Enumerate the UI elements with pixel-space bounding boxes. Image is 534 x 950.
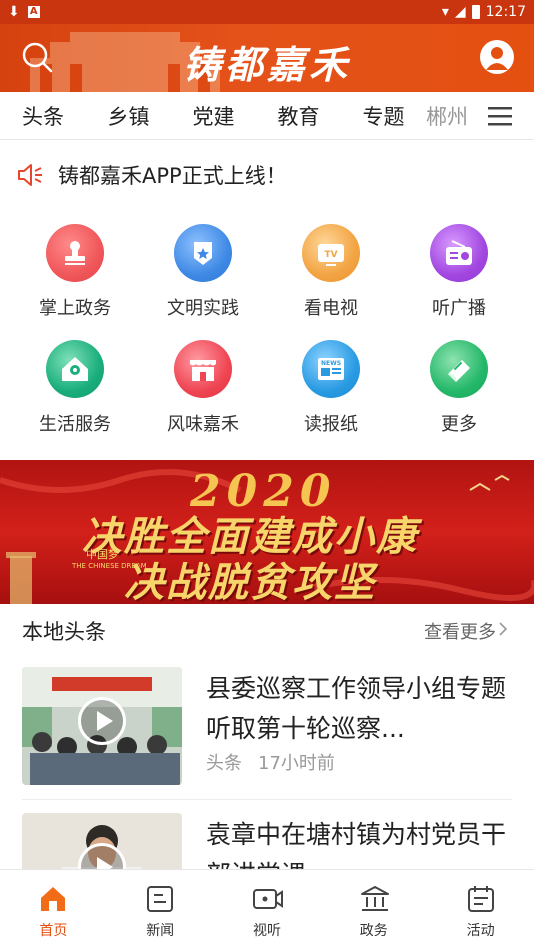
service-tv[interactable]: TV 看电视: [265, 224, 397, 320]
news-item[interactable]: 县委巡察工作领导小组专题听取第十轮巡察... 头条 17小时前: [22, 667, 512, 787]
nav-government[interactable]: 政务: [320, 870, 427, 950]
tab-party[interactable]: 党建: [171, 101, 256, 131]
news-headline: 县委巡察工作领导小组专题听取第十轮巡察...: [206, 674, 507, 743]
service-label: 生活服务: [39, 414, 111, 435]
service-label: 更多: [441, 414, 477, 435]
local-headlines-header: 本地头条 查看更多: [0, 608, 534, 654]
nav-label: 政务: [359, 923, 388, 939]
chevron-right-icon: [498, 621, 508, 642]
nav-label: 视听: [252, 923, 281, 939]
section-title: 本地头条: [22, 620, 106, 644]
banner-slogan-2: 决战脱贫攻坚: [124, 560, 376, 604]
books-icon: [430, 340, 488, 398]
speaker-icon: [16, 161, 44, 189]
status-bar: ⬇ A ▾ ◢ 12:17: [0, 0, 534, 24]
stamp-icon: [46, 224, 104, 282]
battery-icon: [471, 5, 480, 19]
divider: [22, 799, 512, 800]
announcement-text: 铸都嘉禾APP正式上线！: [58, 164, 287, 188]
radio-icon: [430, 224, 488, 282]
service-label: 文明实践: [167, 298, 239, 319]
play-icon[interactable]: [78, 697, 126, 745]
service-label: 听广播: [432, 298, 486, 319]
menu-icon[interactable]: [488, 106, 512, 126]
svg-text:NEWS: NEWS: [321, 360, 341, 367]
nav-activity[interactable]: 活动: [427, 870, 534, 950]
service-food[interactable]: 风味嘉禾: [137, 340, 269, 436]
news-category: 头条: [206, 753, 242, 774]
service-newspaper[interactable]: NEWS 读报纸: [265, 340, 397, 436]
news-item[interactable]: 袁章中在塘村镇为村党员干部讲党课: [22, 813, 512, 869]
service-civilization[interactable]: 文明实践: [137, 224, 269, 320]
news-thumbnail: [22, 667, 182, 785]
service-more[interactable]: 更多: [393, 340, 525, 436]
service-label: 掌上政务: [39, 298, 111, 319]
tab-education[interactable]: 教育: [256, 101, 341, 131]
svg-text:TV: TV: [324, 250, 337, 260]
service-label: 看电视: [304, 298, 358, 319]
nav-label: 活动: [466, 923, 495, 939]
category-tabs: 头条 乡镇 党建 教育 专题 郴州: [0, 92, 534, 140]
video-icon: [252, 884, 283, 914]
news-time: 17小时前: [258, 753, 335, 774]
news-headline: 袁章中在塘村镇为村党员干部讲党课: [206, 820, 507, 869]
service-government[interactable]: 掌上政务: [9, 224, 141, 320]
banner-small-label: 中国梦: [86, 548, 119, 561]
app-header: 铸都嘉禾: [0, 24, 534, 92]
wifi-icon: ▾: [441, 4, 449, 20]
calendar-icon: [466, 884, 496, 914]
tab-chenzhou[interactable]: 郴州: [426, 101, 466, 131]
user-profile-icon[interactable]: [480, 40, 514, 74]
signal-icon: ◢: [454, 4, 466, 20]
bottom-navigation: 首页 新闻 视听 政务 活动: [0, 869, 534, 950]
announcement-bar[interactable]: 铸都嘉禾APP正式上线！: [0, 148, 534, 202]
notification-icon: A: [27, 6, 40, 18]
home-icon: [38, 884, 68, 914]
nav-label: 首页: [39, 923, 68, 939]
home-location-icon: [46, 340, 104, 398]
news-thumbnail: [22, 813, 182, 869]
tab-headlines[interactable]: 头条: [0, 101, 86, 131]
badge-star-icon: [174, 224, 232, 282]
service-label: 读报纸: [304, 414, 358, 435]
download-icon: ⬇: [8, 4, 20, 20]
shop-icon: [174, 340, 232, 398]
news-meta: 头条 17小时前: [206, 749, 335, 775]
tv-icon: TV: [302, 224, 360, 282]
tab-topics[interactable]: 专题: [341, 101, 426, 131]
promo-banner[interactable]: 2020 决胜全面建成小康 中国梦 THE CHINESE DREAM 决战脱贫…: [0, 460, 534, 604]
status-time: 12:17: [485, 4, 526, 20]
nav-video[interactable]: 视听: [214, 870, 321, 950]
nav-news[interactable]: 新闻: [107, 870, 214, 950]
government-icon: [359, 884, 389, 914]
newspaper-icon: NEWS: [302, 340, 360, 398]
news-icon: [145, 884, 175, 914]
nav-label: 新闻: [146, 923, 175, 939]
nav-home[interactable]: 首页: [0, 870, 107, 950]
see-more-link[interactable]: 查看更多: [424, 618, 508, 644]
see-more-label: 查看更多: [424, 622, 496, 643]
app-logo: 铸都嘉禾: [182, 42, 351, 87]
service-label: 风味嘉禾: [167, 414, 239, 435]
service-life[interactable]: 生活服务: [9, 340, 141, 436]
tab-towns[interactable]: 乡镇: [86, 101, 171, 131]
service-radio[interactable]: 听广播: [393, 224, 525, 320]
